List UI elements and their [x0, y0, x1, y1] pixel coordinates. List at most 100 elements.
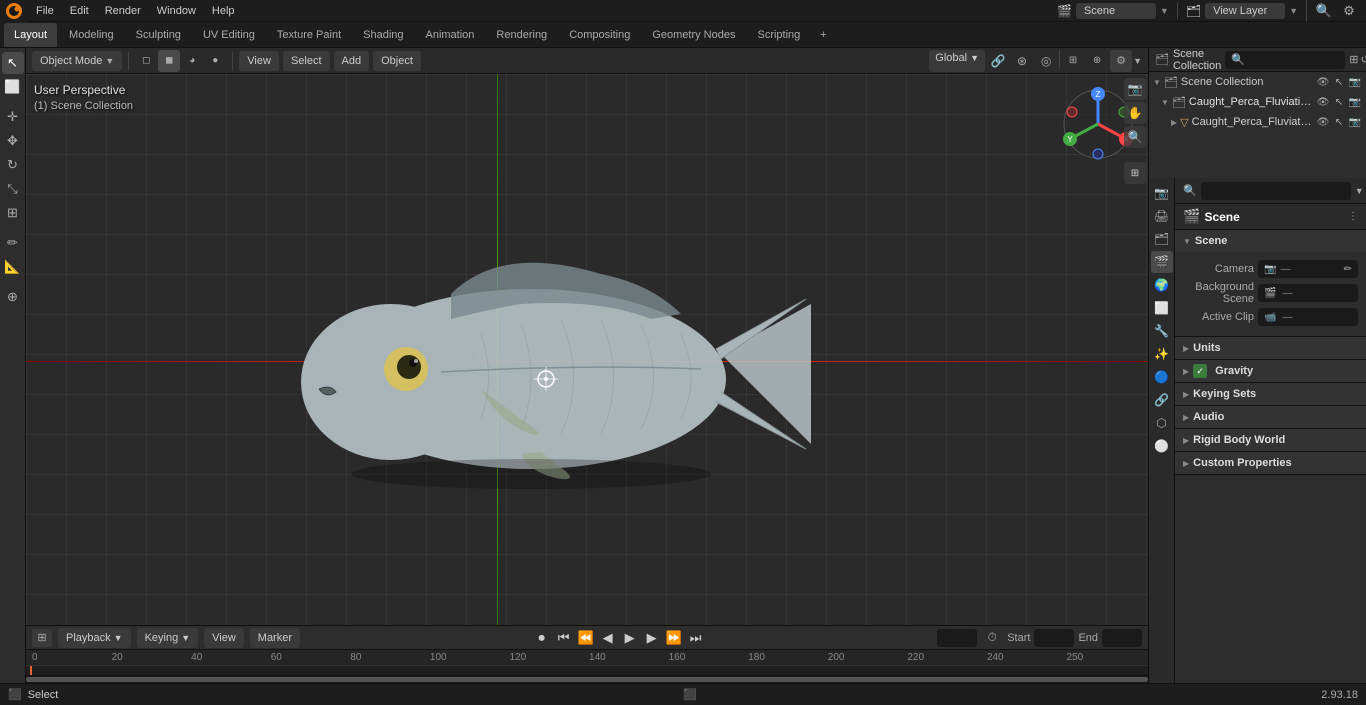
keying-button[interactable]: Keying ▼: [137, 628, 199, 648]
menu-file[interactable]: File: [28, 0, 62, 22]
shading-rendered[interactable]: ●: [204, 50, 226, 72]
timeline-scrollbar[interactable]: [26, 675, 1148, 683]
units-section-header[interactable]: Units: [1175, 337, 1366, 359]
search-icon-top[interactable]: 🔍: [1313, 0, 1335, 22]
menu-help[interactable]: Help: [204, 0, 243, 22]
outliner-search-input[interactable]: [1225, 51, 1345, 69]
transform-global-selector[interactable]: Global ▼: [929, 50, 985, 72]
properties-options-icon[interactable]: ▼: [1355, 186, 1364, 196]
tool-annotate[interactable]: ✏: [2, 232, 24, 254]
viewport-gizmos-toggle[interactable]: ⊕: [1086, 50, 1108, 72]
timeline-next-frame-button[interactable]: ⏩: [664, 628, 684, 648]
scene-prop-options[interactable]: ⋮: [1348, 211, 1358, 222]
object-mode-button[interactable]: Object Mode ▼: [32, 51, 122, 71]
prop-physics-icon[interactable]: 🔵: [1151, 366, 1173, 388]
collection-viewport-icon[interactable]: 👁: [1316, 95, 1330, 109]
tab-geometry-nodes[interactable]: Geometry Nodes: [642, 23, 745, 47]
fish-select-icon[interactable]: ↖: [1332, 115, 1346, 129]
fish-viewport-icon[interactable]: 👁: [1316, 115, 1330, 129]
properties-search-input[interactable]: [1201, 182, 1351, 200]
tool-select[interactable]: ↖: [2, 52, 24, 74]
tab-animation[interactable]: Animation: [416, 23, 485, 47]
viewport-camera-view-icon[interactable]: 📷: [1124, 78, 1146, 100]
timeline-view-button[interactable]: View: [204, 628, 244, 648]
prop-render-icon[interactable]: 📷: [1151, 182, 1173, 204]
collection-select-icon[interactable]: ↖: [1332, 95, 1346, 109]
tool-rotate[interactable]: ↻: [2, 154, 24, 176]
tab-rendering[interactable]: Rendering: [486, 23, 557, 47]
background-scene-value[interactable]: 🎬 —: [1258, 284, 1358, 302]
timeline-next-keyframe-button[interactable]: ▶: [642, 628, 662, 648]
tab-texture-paint[interactable]: Texture Paint: [267, 23, 351, 47]
tab-compositing[interactable]: Compositing: [559, 23, 640, 47]
tab-uv-editing[interactable]: UV Editing: [193, 23, 265, 47]
custom-props-header[interactable]: Custom Properties: [1175, 452, 1366, 474]
viewport-zoom-icon[interactable]: 🔍: [1124, 126, 1146, 148]
timeline-mode-icon[interactable]: ⊞: [32, 629, 52, 647]
restrict-render-icon[interactable]: 📷: [1348, 75, 1362, 89]
gravity-checkbox[interactable]: ✓: [1193, 364, 1207, 378]
start-frame-input[interactable]: 1: [1034, 629, 1074, 647]
prop-object-icon[interactable]: ⬜: [1151, 297, 1173, 319]
timeline-prev-frame-button[interactable]: ⏪: [576, 628, 596, 648]
viewport-hand-icon[interactable]: ✋: [1124, 102, 1146, 124]
viewport-local-view-icon[interactable]: ⊞: [1124, 162, 1146, 184]
prop-view-layer-icon[interactable]: 🗂: [1151, 228, 1173, 250]
rigid-body-section-header[interactable]: Rigid Body World: [1175, 429, 1366, 451]
prop-particles-icon[interactable]: ✨: [1151, 343, 1173, 365]
playback-mode-button[interactable]: Playback ▼: [58, 628, 131, 648]
collection-render-icon[interactable]: 📷: [1348, 95, 1362, 109]
prop-scene-icon[interactable]: 🎬: [1151, 251, 1173, 273]
prop-world-icon[interactable]: 🌍: [1151, 274, 1173, 296]
overlay-proportional[interactable]: ◎: [1035, 50, 1057, 72]
gravity-section-header[interactable]: ✓ Gravity: [1175, 360, 1366, 382]
current-frame-input[interactable]: 1: [937, 629, 977, 647]
tab-scripting[interactable]: Scripting: [747, 23, 810, 47]
keying-sets-header[interactable]: Keying Sets: [1175, 383, 1366, 405]
select-button[interactable]: Select: [283, 51, 330, 71]
view-button[interactable]: View: [239, 51, 279, 71]
shading-material[interactable]: ◕: [181, 50, 203, 72]
viewport-3d[interactable]: User Perspective (1) Scene Collection Z …: [26, 74, 1148, 625]
scene-section-header[interactable]: Scene: [1175, 230, 1366, 252]
menu-render[interactable]: Render: [97, 0, 149, 22]
prop-constraints-icon[interactable]: 🔗: [1151, 389, 1173, 411]
shading-solid[interactable]: ◼: [158, 50, 180, 72]
audio-section-header[interactable]: Audio: [1175, 406, 1366, 428]
viewport-options-1[interactable]: ⚙: [1110, 50, 1132, 72]
fish-render-icon[interactable]: 📷: [1348, 115, 1362, 129]
tool-measure[interactable]: 📐: [2, 256, 24, 278]
prop-modifier-icon[interactable]: 🔧: [1151, 320, 1173, 342]
prop-material-icon[interactable]: ⚪: [1151, 435, 1173, 457]
timeline-jump-start-button[interactable]: ⏮: [554, 628, 574, 648]
outliner-sync-icon[interactable]: ↺: [1361, 53, 1366, 66]
tab-modeling[interactable]: Modeling: [59, 23, 124, 47]
camera-value[interactable]: 📷 — ✏: [1258, 260, 1358, 278]
add-button[interactable]: Add: [334, 51, 370, 71]
timeline-jump-end-button[interactable]: ⏭: [686, 628, 706, 648]
overlay-snap[interactable]: ⊛: [1011, 50, 1033, 72]
view-layer-selector[interactable]: View Layer: [1205, 3, 1285, 19]
tool-transform[interactable]: ⊞: [2, 202, 24, 224]
timeline-scrollbar-thumb[interactable]: [26, 677, 1148, 682]
outliner-filter-icon[interactable]: ⊞: [1349, 53, 1358, 66]
add-workspace-button[interactable]: +: [812, 24, 834, 46]
timeline-record-button[interactable]: ⏺: [532, 628, 552, 648]
prop-output-icon[interactable]: 🖨: [1151, 205, 1173, 227]
menu-edit[interactable]: Edit: [62, 0, 97, 22]
tool-scale[interactable]: ⤡: [2, 178, 24, 200]
tab-shading[interactable]: Shading: [353, 23, 413, 47]
timeline-prev-keyframe-button[interactable]: ◀: [598, 628, 618, 648]
tool-cursor[interactable]: ✛: [2, 106, 24, 128]
menu-window[interactable]: Window: [149, 0, 204, 22]
prop-data-icon[interactable]: ⬡: [1151, 412, 1173, 434]
end-frame-input[interactable]: 250: [1102, 629, 1142, 647]
tool-add[interactable]: ⊕: [2, 286, 24, 308]
object-button[interactable]: Object: [373, 51, 421, 71]
viewport-overlays-toggle[interactable]: ⊞: [1062, 50, 1084, 72]
tab-sculpting[interactable]: Sculpting: [126, 23, 191, 47]
tool-select-box[interactable]: ⬜: [2, 76, 24, 98]
shading-wireframe[interactable]: ◻: [135, 50, 157, 72]
overlay-magnet[interactable]: 🔗: [987, 50, 1009, 72]
tool-move[interactable]: ✥: [2, 130, 24, 152]
